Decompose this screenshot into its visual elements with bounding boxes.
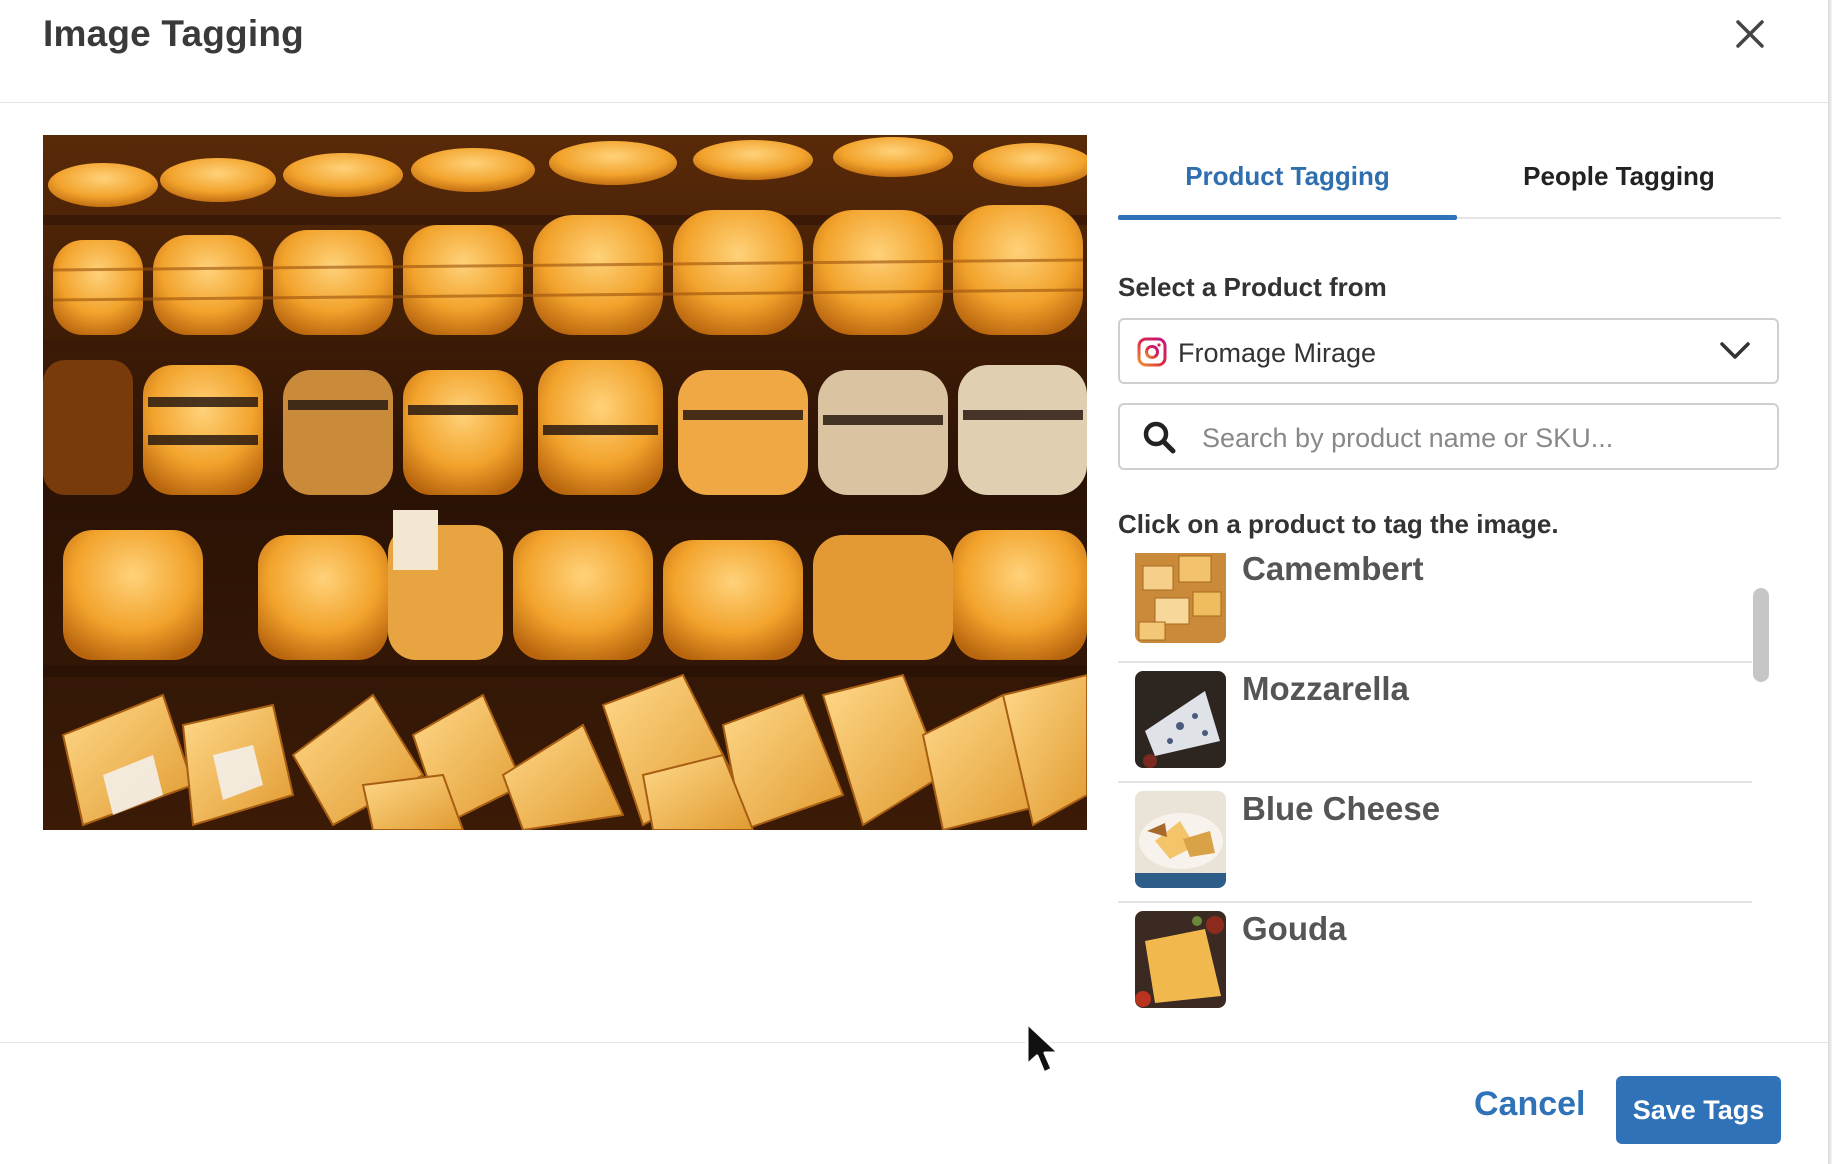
list-item[interactable]: Gouda (1118, 901, 1752, 1009)
product-list: Camembert Mozzarella Blue Cheese Gouda (1118, 553, 1780, 1009)
mouse-cursor-icon (1025, 1021, 1061, 1075)
dialog-title: Image Tagging (43, 13, 304, 54)
cheese-shop-photo (43, 135, 1087, 830)
window-edge (1828, 0, 1832, 1164)
chevron-down-icon (1720, 342, 1750, 359)
list-item[interactable]: Camembert (1118, 553, 1752, 663)
search-icon (1143, 421, 1176, 454)
image-tagging-dialog: Image Tagging Product Tagging People Tag… (0, 0, 1828, 1164)
cheese-board-thumb (1135, 791, 1226, 888)
close-icon[interactable] (1732, 16, 1768, 52)
product-name: Camembert (1242, 553, 1424, 587)
product-search-field[interactable] (1118, 403, 1779, 470)
product-name: Gouda (1242, 910, 1347, 947)
tab-people-tagging[interactable]: People Tagging (1457, 135, 1781, 217)
save-tags-button[interactable]: Save Tags (1616, 1076, 1781, 1144)
tag-target-image[interactable] (43, 135, 1087, 830)
instagram-icon (1137, 337, 1167, 367)
tagging-tabs: Product Tagging People Tagging (1118, 135, 1781, 220)
cheese-cubes-thumb (1135, 553, 1226, 643)
scrollbar-thumb[interactable] (1753, 588, 1769, 682)
product-name: Blue Cheese (1242, 790, 1441, 827)
list-item[interactable]: Mozzarella (1118, 661, 1752, 783)
selected-source-value: Fromage Mirage (1178, 338, 1377, 368)
tab-product-tagging[interactable]: Product Tagging (1118, 135, 1457, 220)
dialog-footer-divider (0, 1042, 1828, 1043)
product-source-select[interactable]: Fromage Mirage (1118, 318, 1779, 384)
dialog-header: Image Tagging (0, 0, 1828, 103)
search-input[interactable] (1200, 415, 1764, 461)
cancel-button[interactable]: Cancel (1474, 1085, 1586, 1124)
cheese-slice-thumb (1135, 911, 1226, 1008)
tagging-hint: Click on a product to tag the image. (1118, 509, 1559, 539)
product-source-label: Select a Product from (1118, 272, 1387, 302)
blue-cheese-wedge-thumb (1135, 671, 1226, 768)
product-name: Mozzarella (1242, 670, 1409, 707)
list-item[interactable]: Blue Cheese (1118, 781, 1752, 903)
